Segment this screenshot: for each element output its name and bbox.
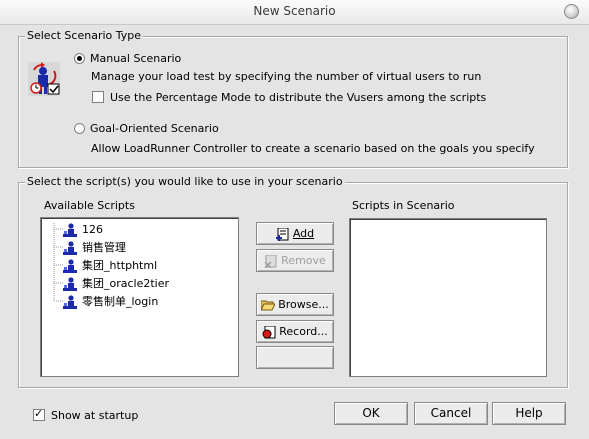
vuser-script-icon: [63, 258, 77, 273]
script-list-item[interactable]: 销售管理: [63, 240, 126, 256]
scenario-type-legend: Select Scenario Type: [25, 29, 144, 42]
add-script-icon: [275, 227, 289, 241]
record-button-label: Record...: [279, 325, 328, 338]
available-scripts-list[interactable]: 126 销售管理集团_httphtml 集团_oracle2tier 零售制单_log…: [40, 217, 239, 377]
ok-button-label: OK: [362, 406, 380, 420]
help-button-label: Help: [515, 406, 543, 420]
browse-button[interactable]: Browse...: [256, 293, 334, 316]
vuser-script-icon: [63, 276, 77, 291]
remove-button-label: Remove: [281, 254, 326, 267]
vuser-script-icon: [63, 294, 77, 309]
show-at-startup-label[interactable]: Show at startup: [51, 409, 138, 422]
add-button[interactable]: Add ==>>: [256, 222, 334, 261]
script-name: 零售制单_login: [82, 295, 159, 308]
manual-scenario-label[interactable]: Manual Scenario: [90, 52, 181, 65]
close-button[interactable]: [564, 4, 579, 19]
scripts-legend: Select the script(s) you would like to u…: [25, 175, 345, 188]
scripts-in-scenario-label: Scripts in Scenario: [352, 199, 455, 212]
script-list-item[interactable]: 零售制单_login: [63, 294, 158, 310]
vuser-script-icon: [63, 240, 77, 255]
remove-button[interactable]: Remove: [256, 249, 334, 272]
cancel-button[interactable]: Cancel: [414, 402, 488, 425]
scenario-icon: [28, 62, 60, 96]
goal-oriented-radio[interactable]: [74, 123, 85, 134]
script-list-item[interactable]: 126: [63, 222, 103, 238]
manual-scenario-description: Manage your load test by specifying the …: [91, 70, 482, 83]
available-scripts-label: Available Scripts: [44, 199, 135, 212]
test-director-button[interactable]: [256, 346, 334, 369]
remove-script-icon: [264, 254, 277, 268]
script-name: 集团_httphtml: [82, 259, 158, 272]
script-name: 销售管理: [82, 241, 126, 254]
script-list-item[interactable]: 集团_oracle2tier: [63, 276, 169, 292]
record-button[interactable]: Record...: [256, 320, 334, 343]
goal-oriented-description: Allow LoadRunner Controller to create a …: [91, 142, 535, 155]
browse-button-label: Browse...: [278, 298, 329, 311]
help-button[interactable]: Help: [492, 402, 566, 425]
script-name: 集团_oracle2tier: [82, 277, 170, 290]
show-at-startup-checkbox[interactable]: [33, 407, 45, 421]
ok-button[interactable]: OK: [334, 402, 408, 425]
vuser-script-icon: [63, 222, 77, 237]
goal-oriented-label[interactable]: Goal-Oriented Scenario: [90, 122, 219, 135]
script-list-item[interactable]: 集团_httphtml: [63, 258, 157, 274]
percentage-mode-label[interactable]: Use the Percentage Mode to distribute th…: [110, 91, 486, 104]
script-name: 126: [82, 223, 103, 236]
cancel-button-label: Cancel: [430, 406, 472, 420]
manual-scenario-radio[interactable]: [74, 53, 85, 64]
percentage-mode-checkbox[interactable]: [92, 91, 104, 103]
scripts-in-scenario-list[interactable]: [349, 218, 547, 377]
folder-open-icon: [261, 300, 276, 310]
record-icon: [262, 325, 276, 338]
window-title: New Scenario: [253, 4, 336, 18]
